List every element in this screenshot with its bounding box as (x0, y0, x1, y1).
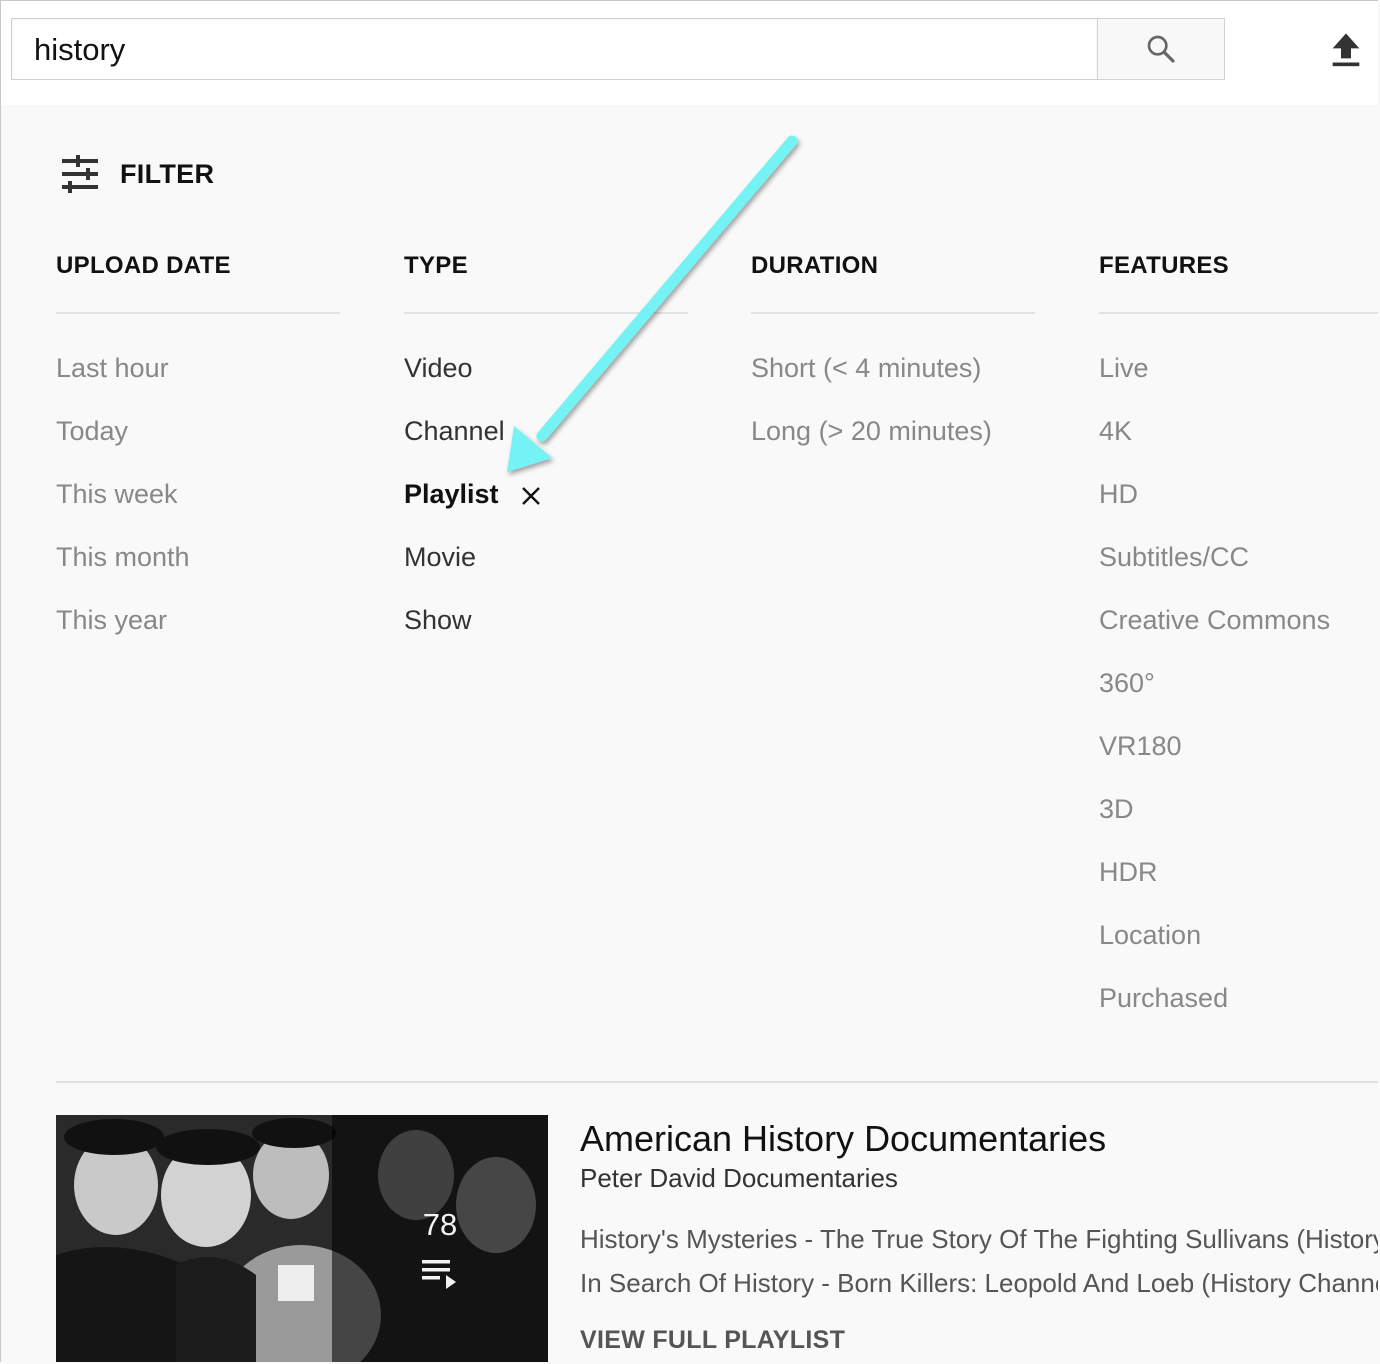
filter-column-duration: DURATION (751, 248, 1035, 314)
filter-today[interactable]: Today (56, 416, 128, 447)
filter-4k[interactable]: 4K (1099, 416, 1132, 447)
column-divider (404, 312, 688, 314)
filter-this-year[interactable]: This year (56, 605, 167, 636)
filter-360[interactable]: 360° (1099, 668, 1155, 699)
column-title: TYPE (404, 252, 468, 279)
filter-vr180[interactable]: VR180 (1099, 731, 1182, 762)
playlist-icon (422, 1260, 456, 1289)
column-title: UPLOAD DATE (56, 252, 231, 279)
filter-3d[interactable]: 3D (1099, 794, 1134, 825)
filter-hd[interactable]: HD (1099, 479, 1138, 510)
filter-title: FILTER (120, 158, 215, 189)
filter-movie[interactable]: Movie (404, 542, 476, 573)
filter-this-month[interactable]: This month (56, 542, 190, 573)
results-divider (56, 1081, 1378, 1083)
filter-last-hour[interactable]: Last hour (56, 353, 169, 384)
filter-short[interactable]: Short (< 4 minutes) (751, 353, 981, 384)
search-icon (1147, 35, 1175, 63)
playlist-thumbnail[interactable]: 78 (56, 1115, 548, 1362)
playlist-video-item[interactable]: In Search Of History - Born Killers: Leo… (580, 1268, 1378, 1299)
column-divider (751, 312, 1035, 314)
filter-column-upload-date: UPLOAD DATE (56, 248, 340, 314)
result-channel[interactable]: Peter David Documentaries (580, 1163, 898, 1194)
view-full-playlist-link[interactable]: VIEW FULL PLAYLIST (580, 1326, 845, 1355)
column-divider (1099, 312, 1378, 314)
playlist-overlay: 78 (332, 1115, 548, 1362)
filter-playlist-selected[interactable]: Playlist (404, 479, 499, 510)
search-button[interactable] (1097, 18, 1225, 80)
filter-live[interactable]: Live (1099, 353, 1149, 384)
video-count: 78 (422, 1207, 458, 1242)
filter-creative-commons[interactable]: Creative Commons (1099, 605, 1330, 636)
filter-purchased[interactable]: Purchased (1099, 983, 1228, 1014)
filter-subtitles[interactable]: Subtitles/CC (1099, 542, 1249, 573)
filter-hdr[interactable]: HDR (1099, 857, 1158, 888)
search-input[interactable]: history (11, 18, 1097, 80)
playlist-video-item[interactable]: History's Mysteries - The True Story Of … (580, 1224, 1378, 1255)
filter-location[interactable]: Location (1099, 920, 1201, 951)
filter-column-type: TYPE (404, 248, 688, 314)
filter-channel[interactable]: Channel (404, 416, 505, 447)
column-title: FEATURES (1099, 252, 1229, 279)
column-divider (56, 312, 340, 314)
filter-long[interactable]: Long (> 20 minutes) (751, 416, 992, 447)
upload-button[interactable] (1326, 30, 1366, 70)
filter-show[interactable]: Show (404, 605, 472, 636)
filter-column-features: FEATURES (1099, 248, 1378, 314)
close-icon[interactable] (519, 484, 543, 508)
column-title: DURATION (751, 252, 879, 279)
filter-sliders-icon (62, 155, 98, 193)
upload-icon (1332, 33, 1360, 67)
filter-this-week[interactable]: This week (56, 479, 178, 510)
filter-video[interactable]: Video (404, 353, 473, 384)
result-title[interactable]: American History Documentaries (580, 1118, 1106, 1160)
filter-toggle[interactable]: FILTER (60, 150, 214, 198)
